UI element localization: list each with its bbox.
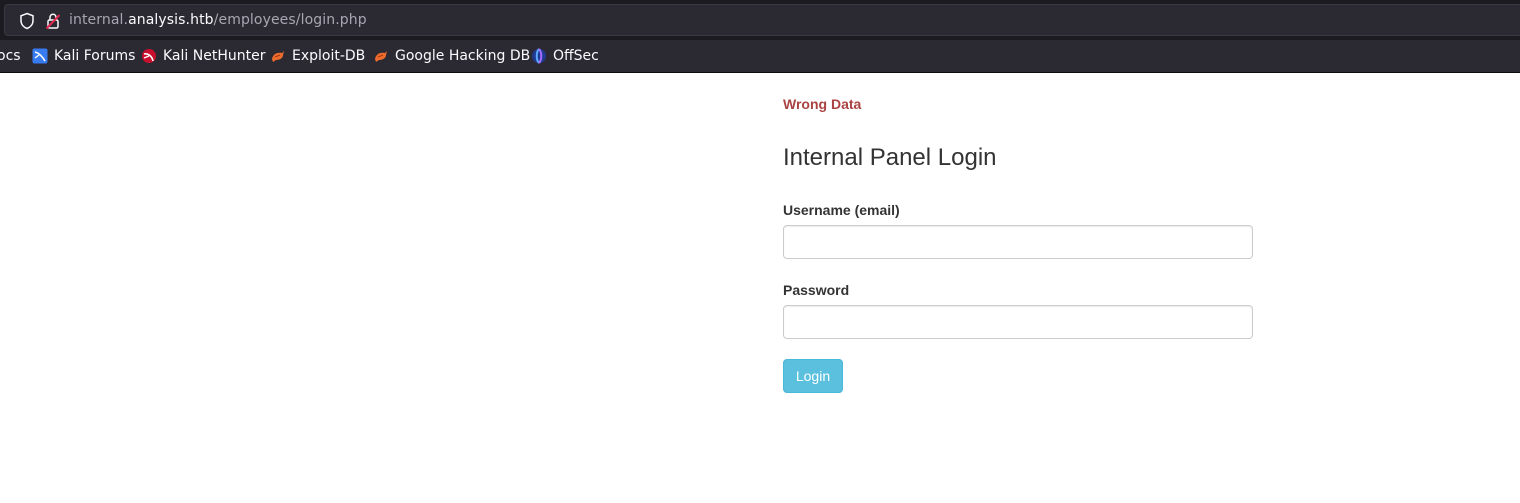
password-label: Password — [783, 282, 850, 298]
bookmark-label: ocs — [0, 48, 21, 64]
kali-forums-icon — [32, 48, 48, 64]
bookmark-kali-forums[interactable]: Kali Forums — [32, 47, 135, 65]
bookmark-label: Google Hacking DB — [395, 48, 531, 64]
password-field[interactable] — [783, 305, 1253, 339]
bookmark-label: Kali NetHunter — [163, 48, 266, 64]
bookmark-offsec[interactable]: OffSec — [531, 47, 599, 65]
bookmark-label: Exploit-DB — [292, 48, 366, 64]
url-path: /employees/login.php — [213, 12, 367, 28]
url-host: analysis.htb — [128, 12, 214, 28]
url-subdomain: internal. — [69, 12, 129, 28]
navigation-toolbar: internal.analysis.htb/employees/login.ph… — [0, 0, 1520, 40]
address-bar[interactable]: internal.analysis.htb/employees/login.ph… — [4, 4, 1520, 36]
bookmark-exploit-db[interactable]: Exploit-DB — [270, 47, 365, 65]
url-text[interactable]: internal.analysis.htb/employees/login.ph… — [69, 12, 367, 28]
login-button[interactable]: Login — [783, 359, 843, 393]
username-field[interactable] — [783, 225, 1253, 259]
google-hacking-db-icon — [373, 48, 389, 64]
bookmarks-toolbar: ocs Kali Forums Kali NetHunter Exploit-D… — [0, 40, 1520, 73]
bookmark-kali-nethunter[interactable]: Kali NetHunter — [141, 47, 265, 65]
exploit-db-icon — [270, 48, 286, 64]
page-content: Wrong Data Internal Panel Login Username… — [0, 73, 1520, 503]
bookmark-docs[interactable]: ocs — [0, 47, 21, 65]
bookmark-label: OffSec — [553, 48, 599, 64]
kali-nethunter-icon — [141, 48, 157, 64]
page-title: Internal Panel Login — [783, 144, 997, 171]
insecure-lock-icon[interactable] — [45, 12, 61, 30]
error-message: Wrong Data — [783, 96, 862, 112]
bookmark-label: Kali Forums — [54, 48, 136, 64]
bookmark-google-hacking-db[interactable]: Google Hacking DB — [373, 47, 530, 65]
username-label: Username (email) — [783, 202, 900, 218]
offsec-icon — [531, 48, 547, 64]
tracking-protection-shield-icon[interactable] — [19, 12, 35, 30]
browser-chrome: internal.analysis.htb/employees/login.ph… — [0, 0, 1520, 73]
